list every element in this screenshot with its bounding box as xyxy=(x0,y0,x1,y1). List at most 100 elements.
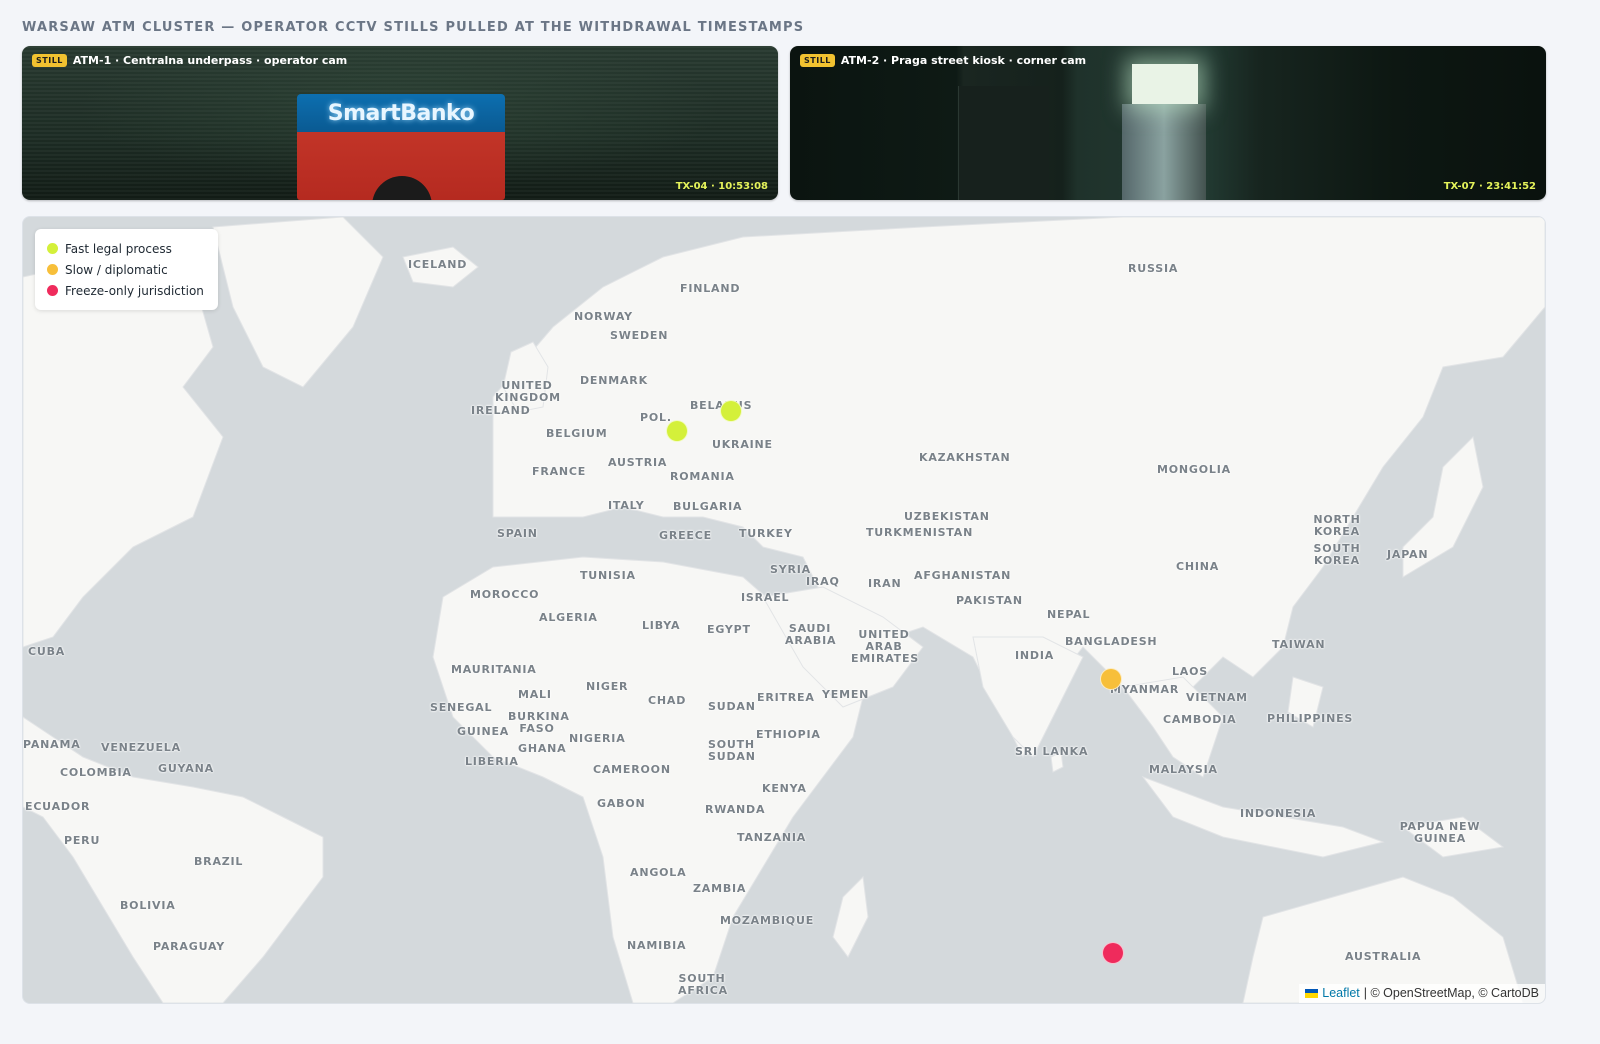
map-label: AUSTRIA xyxy=(608,456,668,469)
atm-1-sign: SmartBanko xyxy=(297,94,505,132)
legend-item-freeze: Freeze-only jurisdiction xyxy=(47,280,204,301)
map-label: BULGARIA xyxy=(673,500,743,513)
marker-freeze[interactable] xyxy=(1102,942,1125,965)
map-label: JAPAN xyxy=(1387,548,1429,561)
map-label: KENYA xyxy=(762,782,807,795)
cctv-still-atm-1[interactable]: SmartBanko STILL ATM-1 · Centralna under… xyxy=(22,46,778,200)
map-label: POL. xyxy=(640,411,672,424)
map-label: INDIA xyxy=(1015,649,1055,662)
legend-label: Fast legal process xyxy=(65,241,172,256)
cam-label: STILL ATM-1 · Centralna underpass · oper… xyxy=(32,54,347,67)
map-label: MALI xyxy=(518,688,552,701)
map-label: GABON xyxy=(597,797,646,810)
map-label: UKRAINE xyxy=(712,438,773,451)
map-label: TUNISIA xyxy=(580,569,636,582)
map-label: PAPUA NEW GUINEA xyxy=(1399,820,1481,845)
map-label: GREECE xyxy=(659,529,712,542)
map-label: NEPAL xyxy=(1047,608,1091,621)
map-legend: Fast legal process Slow / diplomatic Fre… xyxy=(35,229,218,310)
atm-1-brand-text: SmartBanko xyxy=(327,100,475,126)
map-label: NORWAY xyxy=(574,310,633,323)
map-label: NORTH KOREA xyxy=(1313,513,1361,538)
map-label: UNITED ARAB EMIRATES xyxy=(851,628,920,665)
map-label: BELGIUM xyxy=(546,427,608,440)
map-label: UZBEKISTAN xyxy=(904,510,990,523)
map-label: SENEGAL xyxy=(430,701,493,714)
map-attribution: Leaflet | © OpenStreetMap, © CartoDB xyxy=(1299,984,1545,1003)
legend-dot xyxy=(47,243,58,254)
map-label: LAOS xyxy=(1172,665,1208,678)
map-label: ECUADOR xyxy=(25,800,91,813)
map-label: RUSSIA xyxy=(1128,262,1179,275)
map-label: LIBERIA xyxy=(465,755,519,768)
map-label: CAMBODIA xyxy=(1163,713,1237,726)
map-label: INDONESIA xyxy=(1240,807,1317,820)
map-label: SAUDI ARABIA xyxy=(785,622,837,647)
still-badge: STILL xyxy=(32,54,67,67)
map-label: ITALY xyxy=(608,499,645,512)
map-label: ZAMBIA xyxy=(693,882,747,895)
map-label: PHILIPPINES xyxy=(1267,712,1354,725)
marker-fast[interactable] xyxy=(665,419,688,442)
map-label: CAMEROON xyxy=(593,763,671,776)
map-label: GUINEA xyxy=(457,725,510,738)
map-label: SOUTH SUDAN xyxy=(708,738,756,763)
map-label: ICELAND xyxy=(408,258,468,271)
atm-2-screen-glow xyxy=(1132,64,1198,104)
map-label: FINLAND xyxy=(680,282,741,295)
map-label: MOROCCO xyxy=(470,588,540,601)
marker-slow[interactable] xyxy=(1099,668,1122,691)
map-label: COLOMBIA xyxy=(60,766,132,779)
map-label: AFGHANISTAN xyxy=(914,569,1012,582)
map-label: ROMANIA xyxy=(670,470,735,483)
map-label: VIETNAM xyxy=(1186,691,1248,704)
map-label: PAKISTAN xyxy=(956,594,1023,607)
ukraine-flag-icon xyxy=(1305,988,1319,998)
map-label: BURKINA FASO xyxy=(508,710,570,735)
map-label: CUBA xyxy=(28,645,66,658)
map-label: ETHIOPIA xyxy=(756,728,821,741)
map-label: IRELAND xyxy=(471,404,531,417)
map-label: GUYANA xyxy=(158,762,214,775)
doorway xyxy=(958,86,1049,200)
map-label: MAURITANIA xyxy=(451,663,537,676)
map-label: LIBYA xyxy=(642,619,681,632)
map-label: NIGERIA xyxy=(569,732,626,745)
map-label: MYANMAR xyxy=(1110,683,1180,696)
map-label: TANZANIA xyxy=(737,831,807,844)
marker-fast[interactable] xyxy=(720,400,743,423)
map-label: AUSTRALIA xyxy=(1345,950,1422,963)
map-label: NAMIBIA xyxy=(627,939,687,952)
map-label: DENMARK xyxy=(580,374,648,387)
legend-label: Freeze-only jurisdiction xyxy=(65,283,204,298)
atm-2-machine xyxy=(1122,104,1206,200)
map-label: TURKEY xyxy=(739,527,793,540)
cctv-still-atm-2[interactable]: STILL ATM-2 · Praga street kiosk · corne… xyxy=(790,46,1546,200)
map-label: GHANA xyxy=(518,742,567,755)
map-label: IRAQ xyxy=(806,575,840,588)
world-map[interactable]: ICELAND FINLAND NORWAY SWEDEN RUSSIA DEN… xyxy=(22,216,1546,1004)
map-label: ANGOLA xyxy=(630,866,687,879)
legend-dot xyxy=(47,264,58,275)
map-label: SRI LANKA xyxy=(1015,745,1089,758)
legend-item-slow: Slow / diplomatic xyxy=(47,259,204,280)
cam-title: ATM-2 · Praga street kiosk · corner cam xyxy=(840,54,1087,67)
page-title: WARSAW ATM CLUSTER — OPERATOR CCTV STILL… xyxy=(22,20,805,35)
map-label: PANAMA xyxy=(23,738,81,751)
map-label: MOZAMBIQUE xyxy=(720,914,815,927)
map-label: CHINA xyxy=(1176,560,1220,573)
map-label: ISRAEL xyxy=(741,591,790,604)
map-label: PARAGUAY xyxy=(153,940,225,953)
attribution-text: | © OpenStreetMap, © CartoDB xyxy=(1363,986,1539,1000)
map-label: YEMEN xyxy=(822,688,870,701)
map-label: TAIWAN xyxy=(1272,638,1326,651)
legend-label: Slow / diplomatic xyxy=(65,262,168,277)
map-label: EGYPT xyxy=(707,623,751,636)
map-label: SWEDEN xyxy=(610,329,669,342)
cam-timestamp: TX-04 · 10:53:08 xyxy=(675,181,768,192)
leaflet-link[interactable]: Leaflet xyxy=(1322,986,1360,1000)
legend-dot xyxy=(47,285,58,296)
map-label: FRANCE xyxy=(532,465,587,478)
map-label: MONGOLIA xyxy=(1157,463,1231,476)
map-label: SOUTH KOREA xyxy=(1313,542,1361,567)
